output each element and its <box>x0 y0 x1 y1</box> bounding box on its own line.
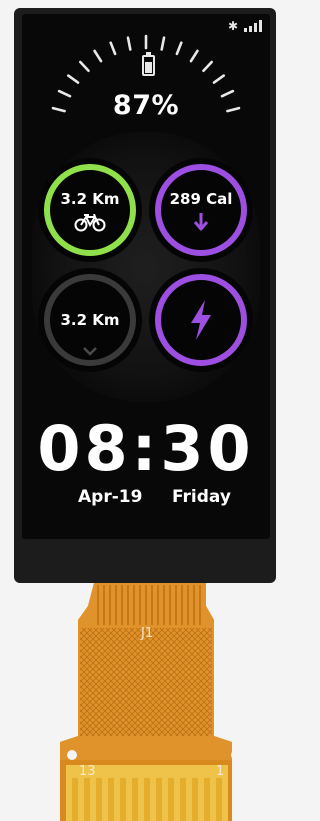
tile-ring <box>44 164 136 256</box>
gauge-tick <box>202 60 213 73</box>
lightning-icon <box>191 300 211 340</box>
gauge-tick <box>160 36 166 51</box>
connector-label: J1 <box>141 626 154 641</box>
clock-weekday: Friday <box>172 487 231 507</box>
battery-percent: 87% <box>112 90 180 121</box>
tile-ring <box>155 164 247 256</box>
gauge-tick <box>93 49 103 63</box>
gauge-tick <box>126 36 132 51</box>
chevron-down-icon <box>83 347 97 356</box>
tile-label: 3.2 Km <box>60 311 120 329</box>
arrow-down-icon <box>193 213 209 231</box>
tile-label: 3.2 Km <box>60 190 120 208</box>
tile-charge[interactable] <box>149 268 253 372</box>
clock-date: Apr-19 <box>78 487 143 507</box>
clock-time: 08:30 <box>37 412 255 485</box>
screen: ✱ 87% 3.2 Km 289 Cal 3.2 Km 08:30 Apr-19… <box>22 14 270 539</box>
gauge-tick <box>109 41 117 56</box>
pin-label-right: 1 <box>216 764 225 779</box>
gauge-tick <box>175 41 183 56</box>
gauge-tick <box>66 74 80 84</box>
battery-icon <box>142 52 155 76</box>
tile-calories[interactable]: 289 Cal <box>149 158 253 262</box>
tile-label: 289 Cal <box>169 190 233 208</box>
gauge-tick <box>78 60 90 73</box>
gauge-tick <box>189 49 199 63</box>
gauge-tick <box>212 74 225 84</box>
tile-distance-bike[interactable]: 3.2 Km <box>38 158 142 262</box>
pin-label-left: 13 <box>79 764 96 779</box>
tile-distance[interactable]: 3.2 Km <box>38 268 142 372</box>
bicycle-icon <box>74 214 106 232</box>
